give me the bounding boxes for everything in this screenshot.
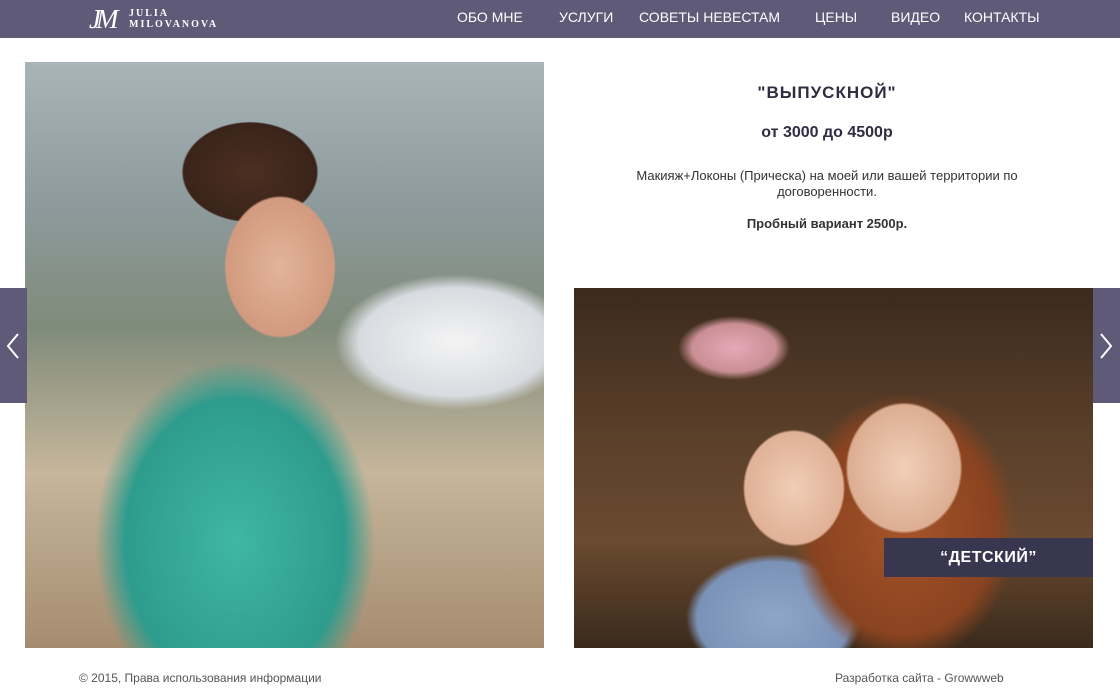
nav-item-video[interactable]: ВИДЕО: [891, 9, 940, 25]
footer-copyright[interactable]: © 2015, Права использования информации: [79, 671, 322, 685]
kids-photo[interactable]: [574, 288, 1093, 648]
nav-item-prices[interactable]: ЦЕНЫ: [815, 9, 857, 25]
nav-item-services[interactable]: УСЛУГИ: [559, 9, 613, 25]
site-header: JM JULIA MILOVANOVA ОБО МНЕ УСЛУГИ СОВЕТ…: [0, 0, 1120, 38]
chevron-left-icon: [6, 333, 19, 359]
service-trial-price: Пробный вариант 2500р.: [746, 216, 908, 231]
nav-item-bride-tips[interactable]: СОВЕТЫ НЕВЕСТАМ: [639, 9, 780, 25]
next-service-label[interactable]: “ДЕТСКИЙ”: [884, 538, 1093, 577]
bride-photo: [25, 62, 544, 648]
service-price: от 3000 до 4500р: [761, 124, 893, 141]
nav-item-about[interactable]: ОБО МНЕ: [457, 9, 523, 25]
slider-next-button[interactable]: [1093, 288, 1120, 403]
service-description: Макияж+Локоны (Прическа) на моей или ваш…: [636, 168, 1018, 199]
footer-developer-link[interactable]: Разработка сайта - Growwweb: [835, 671, 1004, 685]
main-nav: ОБО МНЕ УСЛУГИ СОВЕТЫ НЕВЕСТАМ ЦЕНЫ ВИДЕ…: [0, 0, 1120, 38]
nav-item-contacts[interactable]: КОНТАКТЫ: [964, 9, 1040, 25]
slider-prev-button[interactable]: [0, 288, 27, 403]
chevron-right-icon: [1100, 333, 1113, 359]
service-title: "ВЫПУСКНОЙ": [757, 83, 897, 102]
